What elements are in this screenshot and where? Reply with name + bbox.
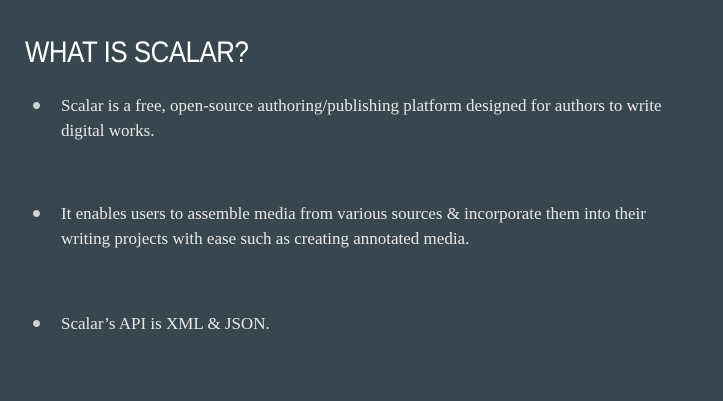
bullet-dot-icon <box>33 210 40 217</box>
slide: WHAT IS SCALAR? Scalar is a free, open-s… <box>0 0 723 401</box>
bullet-dot-icon <box>33 320 40 327</box>
bullet-text: It enables users to assemble media from … <box>61 204 646 248</box>
bullet-text: Scalar is a free, open-source authoring/… <box>61 96 662 140</box>
bullet-item: Scalar is a free, open-source authoring/… <box>33 93 693 143</box>
bullet-item: Scalar’s API is XML & JSON. <box>33 311 693 336</box>
bullet-text: Scalar’s API is XML & JSON. <box>61 314 270 333</box>
bullet-item: It enables users to assemble media from … <box>33 201 693 251</box>
slide-title: WHAT IS SCALAR? <box>25 36 249 69</box>
bullet-dot-icon <box>33 102 40 109</box>
